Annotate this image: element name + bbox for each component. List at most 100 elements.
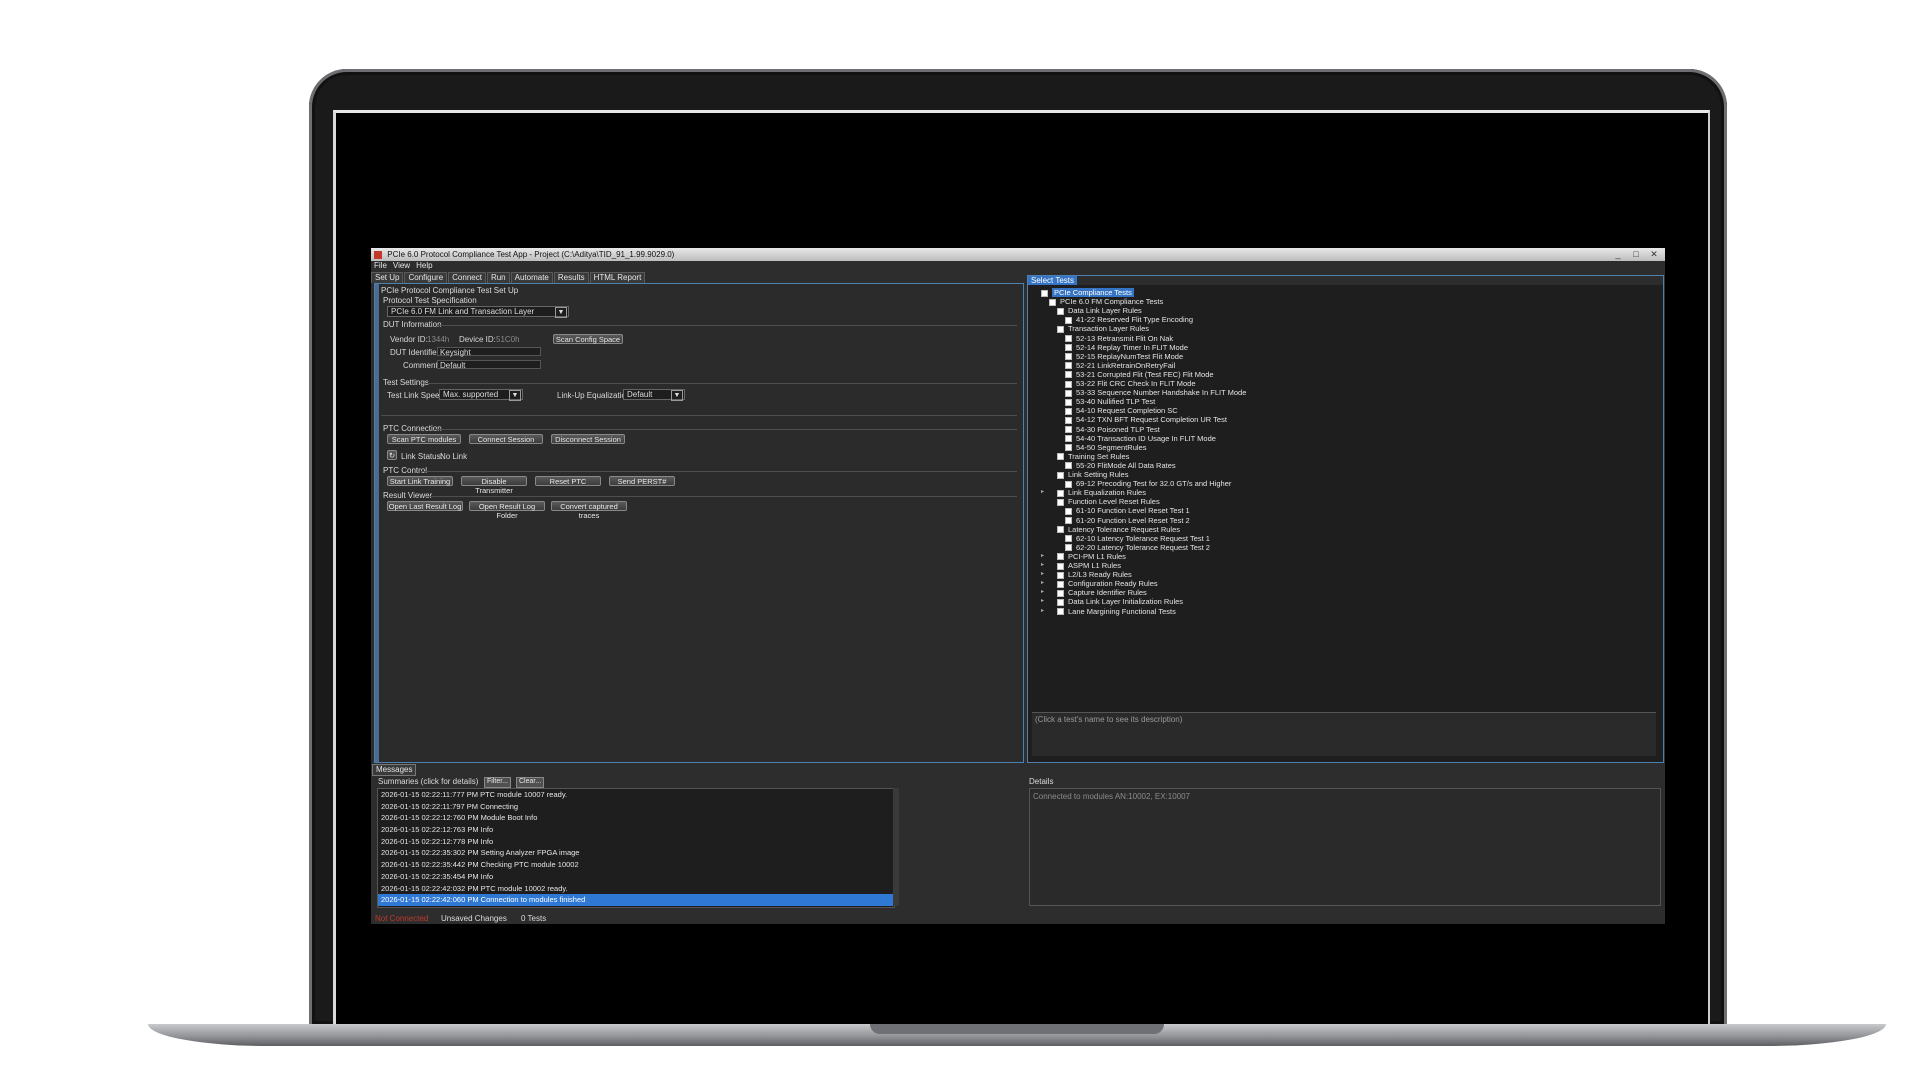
test-tree-item[interactable]: ▸ L2/L3 Ready Rules <box>1041 570 1132 579</box>
test-checkbox[interactable] <box>1041 289 1048 297</box>
message-scrollbar[interactable] <box>893 788 899 906</box>
test-tree-item[interactable]: Function Level Reset Rules <box>1057 497 1160 506</box>
expand-icon[interactable]: ▸ <box>1041 588 1044 597</box>
test-tree-item[interactable]: ▸ Data Link Layer Initialization Rules <box>1041 597 1183 606</box>
test-tree-item[interactable]: 54-10 Request Completion SC <box>1065 406 1178 415</box>
test-tree-item[interactable]: ▸ Configuration Ready Rules <box>1041 579 1158 588</box>
tab-run[interactable]: Run <box>486 272 510 283</box>
test-checkbox[interactable] <box>1057 553 1064 561</box>
test-tree-item[interactable]: Link Setting Rules <box>1057 470 1128 479</box>
message-row[interactable]: 2026-01-15 02:22:12:760 PM Module Boot I… <box>378 812 894 824</box>
menu-view[interactable]: View <box>393 261 410 270</box>
test-tree-item[interactable]: Training Set Rules <box>1057 452 1129 461</box>
tab-select-tests[interactable]: Select Tests <box>1028 276 1077 285</box>
expand-icon[interactable]: ▸ <box>1041 607 1044 616</box>
maximize-icon[interactable]: □ <box>1629 249 1643 259</box>
test-checkbox[interactable] <box>1065 335 1072 343</box>
test-checkbox[interactable] <box>1065 507 1072 515</box>
test-checkbox[interactable] <box>1057 598 1064 606</box>
test-checkbox[interactable] <box>1065 398 1072 406</box>
test-tree-item[interactable]: 61-10 Function Level Reset Test 1 <box>1065 506 1190 515</box>
message-row[interactable]: 2026-01-15 02:22:35:442 PM Checking PTC … <box>378 859 894 871</box>
message-row[interactable]: 2026-01-15 02:22:35:454 PM Info <box>378 871 894 883</box>
test-checkbox[interactable] <box>1057 526 1064 534</box>
test-checkbox[interactable] <box>1057 498 1064 506</box>
expand-icon[interactable]: ▸ <box>1041 561 1044 570</box>
menu-file[interactable]: File <box>374 261 387 270</box>
test-checkbox[interactable] <box>1065 344 1072 352</box>
test-checkbox[interactable] <box>1057 580 1064 588</box>
convert-captured-traces-button[interactable]: Convert captured traces <box>551 501 627 520</box>
test-tree-item[interactable]: Transaction Layer Rules <box>1057 324 1149 333</box>
test-tree-item[interactable]: 54-40 Transaction ID Usage In FLIT Mode <box>1065 434 1216 443</box>
message-row[interactable]: 2026-01-15 02:22:12:763 PM Info <box>378 824 894 836</box>
test-checkbox[interactable] <box>1065 535 1072 543</box>
tab-messages[interactable]: Messages <box>372 764 417 776</box>
tab-connect[interactable]: Connect <box>448 272 486 283</box>
test-checkbox[interactable] <box>1065 380 1072 388</box>
test-tree-item[interactable]: 52-21 LinkRetrainOnRetryFail <box>1065 361 1175 370</box>
tab-configure[interactable]: Configure <box>404 272 448 283</box>
test-tree-item[interactable]: 53-21 Corrupted Flit (Test FEC) Flit Mod… <box>1065 370 1214 379</box>
test-tree-item[interactable]: 52-14 Replay Timer In FLIT Mode <box>1065 343 1188 352</box>
expand-icon[interactable]: ▸ <box>1041 488 1044 497</box>
test-checkbox[interactable] <box>1049 298 1056 306</box>
test-tree-item[interactable]: 69-12 Precoding Test for 32.0 GT/s and H… <box>1065 479 1231 488</box>
test-tree-item[interactable]: 53-40 Nullified TLP Test <box>1065 397 1155 406</box>
menu-help[interactable]: Help <box>416 261 432 270</box>
test-checkbox[interactable] <box>1057 608 1064 616</box>
expand-icon[interactable]: ▸ <box>1041 552 1044 561</box>
message-row[interactable]: 2026-01-15 02:22:35:302 PM Setting Analy… <box>378 847 894 859</box>
test-checkbox[interactable] <box>1065 444 1072 452</box>
start-link-training-button[interactable]: Start Link Training <box>387 476 453 486</box>
test-checkbox[interactable] <box>1065 426 1072 434</box>
test-checkbox[interactable] <box>1065 371 1072 379</box>
link-speed-select[interactable]: Max. supported ▼ <box>439 389 523 401</box>
test-checkbox[interactable] <box>1065 416 1072 424</box>
reset-ptc-button[interactable]: Reset PTC <box>535 476 601 486</box>
message-row[interactable]: 2026-01-15 02:22:11:777 PM PTC module 10… <box>378 789 894 801</box>
test-checkbox[interactable] <box>1057 471 1064 479</box>
test-tree-item[interactable]: 54-50 SegmentRules <box>1065 443 1146 452</box>
test-tree-item[interactable]: 55-20 FlitMode All Data Rates <box>1065 461 1176 470</box>
test-tree-item[interactable]: ▸ PCI-PM L1 Rules <box>1041 552 1126 561</box>
test-checkbox[interactable] <box>1065 517 1072 525</box>
test-tree-item[interactable]: ▸ Capture Identifier Rules <box>1041 588 1147 597</box>
disable-transmitter-button[interactable]: Disable Transmitter <box>461 476 527 495</box>
message-row[interactable]: 2026-01-15 02:22:12:778 PM Info <box>378 836 894 848</box>
test-tree-item[interactable]: 61-20 Function Level Reset Test 2 <box>1065 516 1190 525</box>
linkup-eq-select[interactable]: Default ▼ <box>623 389 685 401</box>
message-row[interactable]: 2026-01-15 02:22:11:797 PM Connecting <box>378 801 894 813</box>
test-tree-item[interactable]: 54-30 Poisoned TLP Test <box>1065 425 1160 434</box>
tab-html-report[interactable]: HTML Report <box>589 272 646 283</box>
test-tree-item[interactable]: PCIe Compliance Tests <box>1041 288 1134 297</box>
test-tree-item[interactable]: Data Link Layer Rules <box>1057 306 1142 315</box>
scan-config-space-button[interactable]: Scan Config Space <box>553 334 623 344</box>
disconnect-session-button[interactable]: Disconnect Session <box>551 434 625 444</box>
open-result-log-folder-button[interactable]: Open Result Log Folder <box>469 501 545 520</box>
refresh-icon[interactable]: ↻ <box>387 450 397 460</box>
test-checkbox[interactable] <box>1057 307 1064 315</box>
test-checkbox[interactable] <box>1065 462 1072 470</box>
expand-icon[interactable]: ▸ <box>1041 597 1044 606</box>
test-checkbox[interactable] <box>1065 480 1072 488</box>
test-tree-item[interactable]: ▸ ASPM L1 Rules <box>1041 561 1121 570</box>
filter-button[interactable]: Filter... <box>484 777 512 788</box>
test-checkbox[interactable] <box>1065 544 1072 552</box>
chevron-down-icon[interactable]: ▼ <box>671 390 683 401</box>
test-tree-item[interactable]: ▸ Lane Margining Functional Tests <box>1041 607 1176 616</box>
test-checkbox[interactable] <box>1057 453 1064 461</box>
test-checkbox[interactable] <box>1065 362 1072 370</box>
test-checkbox[interactable] <box>1057 589 1064 597</box>
test-tree-item[interactable]: 54-12 TXN BFT Request Completion UR Test <box>1065 415 1227 424</box>
test-tree-item[interactable]: 53-33 Sequence Number Handshake In FLIT … <box>1065 388 1246 397</box>
test-checkbox[interactable] <box>1065 389 1072 397</box>
tab-results[interactable]: Results <box>553 272 589 283</box>
test-checkbox[interactable] <box>1065 353 1072 361</box>
test-checkbox[interactable] <box>1065 435 1072 443</box>
comment-input[interactable]: Default <box>437 360 541 370</box>
test-checkbox[interactable] <box>1065 316 1072 324</box>
test-tree-item[interactable]: 53-22 Flit CRC Check In FLIT Mode <box>1065 379 1196 388</box>
connect-session-button[interactable]: Connect Session <box>469 434 543 444</box>
sidebar-handle[interactable] <box>375 284 379 762</box>
